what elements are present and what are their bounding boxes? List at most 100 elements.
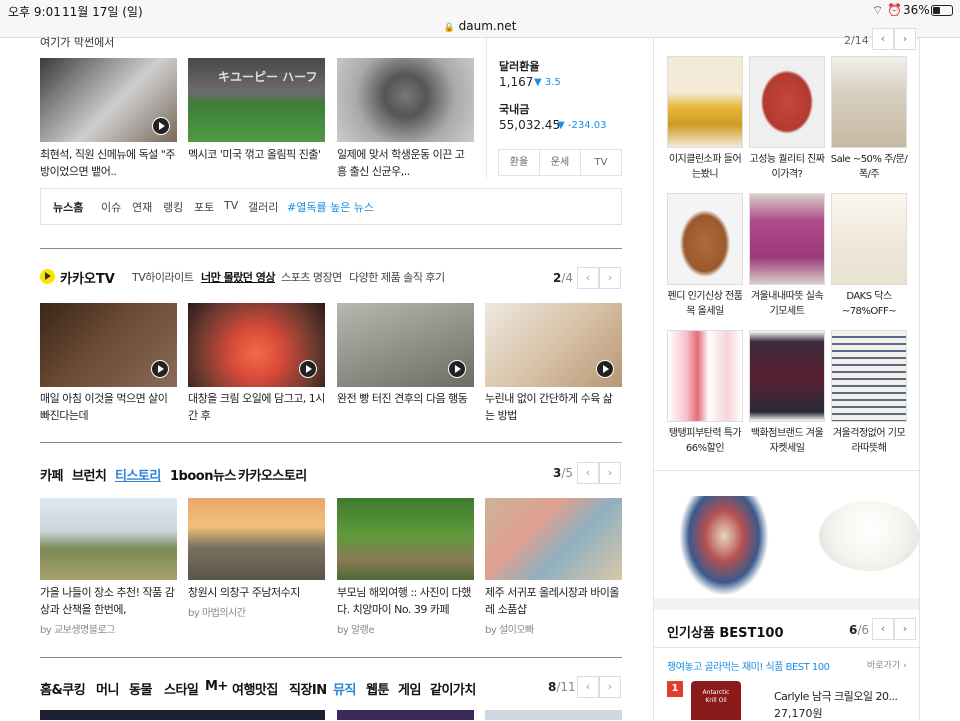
- tab-reviews[interactable]: 다양한 제품 솔직 후기: [349, 269, 445, 285]
- cafe-caption-1[interactable]: 가을 나들이 장소 추천! 작품 감상과 산책을 한번에,: [40, 584, 177, 618]
- news-thumb-1[interactable]: [40, 58, 177, 142]
- cafe-thumb-3[interactable]: [337, 498, 474, 580]
- tab-webtoon[interactable]: 웹툰: [366, 679, 389, 698]
- product-image-sofa[interactable]: [667, 56, 743, 148]
- cafe-source-3[interactable]: by 알랭e: [337, 621, 375, 636]
- tab-animal[interactable]: 동물: [129, 679, 152, 698]
- kakao-tv-thumb-2[interactable]: [188, 303, 325, 387]
- kakao-tv-title[interactable]: 카카오TV: [60, 268, 115, 287]
- next-button[interactable]: ›: [599, 267, 621, 289]
- cafe-caption-4[interactable]: 제주 서귀포 올레시장과 바이올레 소품샵: [485, 584, 622, 618]
- spacer: [654, 598, 919, 610]
- product-label-1[interactable]: 이지클린소파 들어는봤니: [665, 152, 745, 182]
- tab-tv[interactable]: TV: [581, 150, 621, 175]
- product-label-9[interactable]: 겨울걱정없어 기모라따뜻해: [829, 426, 909, 456]
- cafe-source-2[interactable]: by 마법의시간: [188, 604, 246, 619]
- news-thumb-3[interactable]: [337, 58, 474, 142]
- best100-item-name[interactable]: Carlyle 남극 크릴오일 20...: [774, 688, 898, 704]
- tab-cafe[interactable]: 카페: [40, 465, 63, 484]
- kakao-tv-thumb-1[interactable]: [40, 303, 177, 387]
- kakao-tv-caption-1[interactable]: 매일 아침 이것을 먹으면 살이 빠진다는데: [40, 390, 177, 424]
- cafe-caption-2[interactable]: 창원시 의창구 주남저수지: [188, 584, 325, 601]
- prev-button[interactable]: ‹: [577, 267, 599, 289]
- news-caption-1[interactable]: 최현석, 직원 신메뉴에 독설 "주방이었으면 뱉어..: [40, 146, 177, 180]
- news-home-highlight[interactable]: #열독률 높은 뉴스: [287, 199, 374, 215]
- tab-brunch[interactable]: 브런치: [72, 465, 107, 484]
- tab-tistory[interactable]: 티스토리: [115, 465, 161, 484]
- tab-mplus[interactable]: M+: [205, 679, 228, 694]
- tab-home-cooking[interactable]: 홈&쿠킹: [40, 679, 86, 698]
- more-link[interactable]: 바로가기 ›: [867, 658, 907, 671]
- product-label-5[interactable]: 겨울내내따뜻 실속기모세트: [747, 289, 827, 319]
- prev-button[interactable]: ‹: [872, 618, 894, 640]
- prev-button[interactable]: ‹: [872, 28, 894, 50]
- tab-exchange[interactable]: 환율: [499, 150, 540, 175]
- next-button[interactable]: ›: [894, 618, 916, 640]
- next-button[interactable]: ›: [599, 676, 621, 698]
- prev-button[interactable]: ‹: [577, 462, 599, 484]
- product-label-2[interactable]: 고성능 퀄리티 진짜 이가격?: [747, 152, 827, 182]
- tab-money[interactable]: 머니: [96, 679, 119, 698]
- news-thumb-2[interactable]: キユーピー ハーフ: [188, 58, 325, 142]
- tab-you-missed[interactable]: 너만 몰랐던 영상: [201, 269, 276, 285]
- tab-kakaostory[interactable]: 카카오스토리: [238, 465, 307, 484]
- krill-oil-image[interactable]: Antarctic Krill Oil: [691, 681, 741, 720]
- kakao-tv-caption-2[interactable]: 대창을 크림 오일에 담그고, 1시간 후: [188, 390, 325, 424]
- news-home-photo[interactable]: 포토: [194, 199, 214, 215]
- tab-sports[interactable]: 스포츠 명장면: [281, 269, 342, 285]
- product-image-stripe[interactable]: [831, 330, 907, 422]
- cafe-thumb-1[interactable]: [40, 498, 177, 580]
- news-home-series[interactable]: 연재: [132, 199, 152, 215]
- food-banner-ad[interactable]: [654, 471, 919, 598]
- product-image-jacket[interactable]: [749, 330, 825, 422]
- cafe-thumb-2[interactable]: [188, 498, 325, 580]
- kakao-tv-caption-3[interactable]: 완전 빵 터진 견후의 다음 행동: [337, 390, 474, 407]
- news-home-ranking[interactable]: 랭킹: [163, 199, 183, 215]
- product-image-bag[interactable]: [667, 193, 743, 285]
- kakao-tv-thumb-4[interactable]: [485, 303, 622, 387]
- best100-promo[interactable]: 쟁여놓고 골라먹는 재미! 식품 BEST 100: [667, 658, 830, 673]
- product-image-cosmetics[interactable]: [667, 330, 743, 422]
- tab-tv-highlight[interactable]: TV하이라이트: [132, 269, 194, 285]
- kakao-tv-thumb-3[interactable]: [337, 303, 474, 387]
- address-bar[interactable]: 🔒 daum.net: [0, 19, 960, 33]
- tab-travel[interactable]: 여행맛집: [232, 679, 278, 698]
- product-image-padding[interactable]: [831, 193, 907, 285]
- product-label-7[interactable]: 탱탱피부탄력 특가66%할인: [665, 426, 745, 456]
- best100-title[interactable]: 인기상품 BEST100: [667, 622, 784, 641]
- category-thumb-3[interactable]: [485, 710, 622, 720]
- next-button[interactable]: ›: [599, 462, 621, 484]
- tab-work[interactable]: 직장IN: [289, 679, 327, 698]
- news-caption-2[interactable]: 멕시코 '미국 꺾고 올림픽 진출': [188, 146, 325, 163]
- product-label-4[interactable]: 펜디 인기신상 전품목 올세일: [665, 289, 745, 319]
- tab-game[interactable]: 게임: [398, 679, 421, 698]
- browser-status-bar: 오후 9:01 11월 17일 (일) 🔒 daum.net ⌔ ⏰ 36%: [0, 0, 960, 38]
- news-home-gallery[interactable]: 갤러리: [248, 199, 278, 215]
- kakao-tv-caption-4[interactable]: 누린내 없이 간단하게 수육 삶는 방법: [485, 390, 622, 424]
- news-home-issue[interactable]: 이슈: [101, 199, 121, 215]
- tab-together[interactable]: 같이가치: [430, 679, 476, 698]
- news-home-link[interactable]: 뉴스홈: [53, 199, 83, 215]
- product-image-dress[interactable]: [749, 193, 825, 285]
- tab-music[interactable]: 뮤직: [333, 679, 356, 698]
- fx-label[interactable]: 달러환율: [499, 58, 539, 74]
- tab-style[interactable]: 스타일: [164, 679, 199, 698]
- news-home-tv[interactable]: TV: [224, 199, 238, 212]
- product-image-speaker[interactable]: [749, 56, 825, 148]
- category-thumb-1[interactable]: [40, 710, 325, 720]
- tab-fortune[interactable]: 운세: [540, 150, 581, 175]
- next-button[interactable]: ›: [894, 28, 916, 50]
- product-image-vest[interactable]: [831, 56, 907, 148]
- category-thumb-2[interactable]: [337, 710, 474, 720]
- cafe-caption-3[interactable]: 부모님 해외여행 :: 사진이 다했다. 치앙마이 No. 39 카페: [337, 584, 474, 618]
- product-label-6[interactable]: DAKS 닥스 ~78%OFF~: [829, 289, 909, 319]
- tab-1boon[interactable]: 1boon뉴스: [170, 465, 236, 484]
- cafe-thumb-4[interactable]: [485, 498, 622, 580]
- cafe-source-4[interactable]: by 설이오빠: [485, 621, 534, 636]
- domestic-label[interactable]: 국내금: [499, 101, 529, 117]
- product-label-8[interactable]: 백화점브랜드 겨울자켓세일: [747, 426, 827, 456]
- product-label-3[interactable]: Sale ~50% 주/문/폭/주: [829, 152, 909, 182]
- prev-button[interactable]: ‹: [577, 676, 599, 698]
- cafe-source-1[interactable]: by 교보생명블로그: [40, 621, 115, 636]
- news-caption-3[interactable]: 일제에 맞서 학생운동 이끈 고흥 출신 신균우,..: [337, 146, 474, 180]
